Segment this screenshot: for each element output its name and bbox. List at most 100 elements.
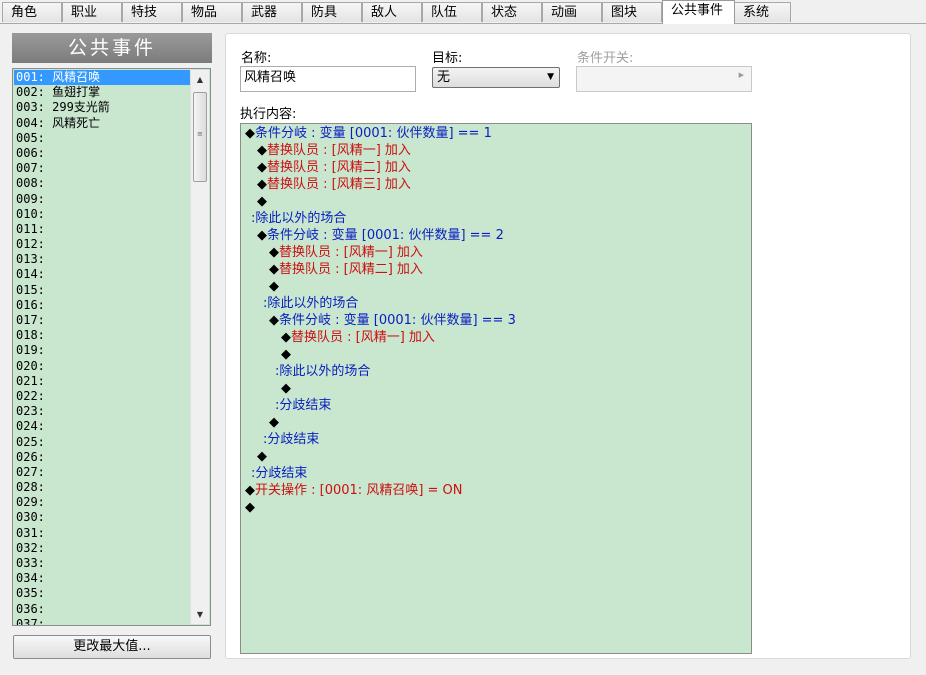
scroll-up-arrow-icon[interactable]: ▲ — [192, 71, 208, 88]
tab-5[interactable]: 防具 — [302, 2, 362, 22]
target-select[interactable]: 无 ▼ — [432, 67, 560, 88]
diamond-bullet-icon: ◆ — [269, 313, 279, 328]
list-item[interactable]: 026: — [14, 450, 190, 465]
command-row[interactable]: ◆ — [257, 448, 267, 465]
command-row[interactable]: ◆替换队员 : [风精一] 加入 — [269, 244, 423, 261]
event-command-list[interactable]: ◆条件分岐 : 变量 [0001: 伙伴数量] == 1 ◆替换队员 : [风精一… — [240, 123, 752, 654]
scroll-down-arrow-icon[interactable]: ▼ — [192, 606, 208, 623]
diamond-bullet-icon: ◆ — [245, 500, 255, 515]
command-row[interactable]: ◆条件分岐 : 变量 [0001: 伙伴数量] == 1 — [245, 125, 492, 142]
list-item[interactable]: 015: — [14, 283, 190, 298]
target-select-value: 无 — [437, 70, 451, 85]
list-item[interactable]: 007: — [14, 161, 190, 176]
list-item[interactable]: 006: — [14, 146, 190, 161]
change-max-button[interactable]: 更改最大值... — [13, 635, 211, 659]
diamond-bullet-icon: ◆ — [257, 177, 267, 192]
tab-4[interactable]: 武器 — [242, 2, 302, 22]
command-text: 替换队员 : [风精三] 加入 — [267, 177, 411, 192]
list-item[interactable]: 022: — [14, 389, 190, 404]
command-row[interactable]: ◆替换队员 : [风精二] 加入 — [269, 261, 423, 278]
list-item[interactable]: 012: — [14, 237, 190, 252]
list-item[interactable]: 013: — [14, 252, 190, 267]
command-row[interactable]: :除此以外的场合 — [251, 210, 346, 227]
command-row[interactable]: :除此以外的场合 — [275, 363, 370, 380]
list-item[interactable]: 017: — [14, 313, 190, 328]
list-item[interactable]: 003: 299支光箭 — [14, 100, 190, 115]
name-input[interactable]: 风精召唤 — [240, 66, 416, 92]
command-text: 条件分岐 : 变量 [0001: 伙伴数量] == 1 — [255, 126, 492, 141]
list-item[interactable]: 021: — [14, 374, 190, 389]
command-row[interactable]: ◆ — [281, 380, 291, 397]
tab-9[interactable]: 动画 — [542, 2, 602, 22]
command-text: 替换队员 : [风精一] 加入 — [279, 245, 423, 260]
command-row[interactable]: :除此以外的场合 — [263, 295, 358, 312]
list-item[interactable]: 011: — [14, 222, 190, 237]
command-row[interactable]: ◆替换队员 : [风精二] 加入 — [257, 159, 411, 176]
list-item[interactable]: 028: — [14, 480, 190, 495]
list-item[interactable]: 020: — [14, 359, 190, 374]
list-item[interactable]: 024: — [14, 419, 190, 434]
tab-8[interactable]: 状态 — [482, 2, 542, 22]
command-row[interactable]: ◆替换队员 : [风精一] 加入 — [257, 142, 411, 159]
command-row[interactable]: ◆替换队员 : [风精一] 加入 — [281, 329, 435, 346]
command-row[interactable]: ◆条件分岐 : 变量 [0001: 伙伴数量] == 3 — [269, 312, 516, 329]
command-row[interactable]: ◆ — [281, 346, 291, 363]
list-item[interactable]: 005: — [14, 131, 190, 146]
command-row[interactable]: :分歧结束 — [263, 431, 319, 448]
list-item[interactable]: 031: — [14, 526, 190, 541]
list-item[interactable]: 023: — [14, 404, 190, 419]
target-label: 目标: — [432, 51, 463, 66]
list-item[interactable]: 008: — [14, 176, 190, 191]
command-row[interactable]: ◆ — [257, 193, 267, 210]
list-item[interactable]: 029: — [14, 495, 190, 510]
tab-12[interactable]: 系统 — [734, 2, 791, 22]
tab-divider — [0, 23, 926, 24]
tab-2[interactable]: 特技 — [122, 2, 182, 22]
command-row[interactable]: :分歧结束 — [275, 397, 331, 414]
command-row[interactable]: ◆条件分岐 : 变量 [0001: 伙伴数量] == 2 — [257, 227, 504, 244]
list-item[interactable]: 032: — [14, 541, 190, 556]
list-item[interactable]: 004: 风精死亡 — [14, 116, 190, 131]
tab-0[interactable]: 角色 — [2, 2, 62, 22]
list-item[interactable]: 014: — [14, 267, 190, 282]
list-item[interactable]: 027: — [14, 465, 190, 480]
command-row[interactable]: ◆替换队员 : [风精三] 加入 — [257, 176, 411, 193]
command-row[interactable]: ◆ — [269, 278, 279, 295]
command-row[interactable]: ◆ — [245, 499, 255, 516]
list-item[interactable]: 037: — [14, 617, 190, 625]
list-item[interactable]: 036: — [14, 602, 190, 617]
condition-switch-field: ▶ — [576, 66, 752, 92]
list-item[interactable]: 009: — [14, 192, 190, 207]
command-text: 替换队员 : [风精二] 加入 — [279, 262, 423, 277]
diamond-bullet-icon: ◆ — [245, 126, 255, 141]
tab-3[interactable]: 物品 — [182, 2, 242, 22]
command-row[interactable]: :分歧结束 — [251, 465, 307, 482]
diamond-bullet-icon: ◆ — [245, 483, 255, 498]
command-text: 开关操作 : [0001: 风精召唤] = ON — [255, 483, 463, 498]
command-row[interactable]: ◆开关操作 : [0001: 风精召唤] = ON — [245, 482, 463, 499]
list-item[interactable]: 001: 风精召唤 — [14, 70, 190, 86]
list-item[interactable]: 035: — [14, 586, 190, 601]
list-item[interactable]: 030: — [14, 510, 190, 525]
tab-10[interactable]: 图块 — [602, 2, 662, 22]
scroll-thumb[interactable]: ≡ — [193, 92, 207, 182]
command-row[interactable]: ◆ — [269, 414, 279, 431]
list-item[interactable]: 025: — [14, 435, 190, 450]
list-item[interactable]: 002: 鱼翅打掌 — [14, 85, 190, 100]
tab-6[interactable]: 敌人 — [362, 2, 422, 22]
tab-7[interactable]: 队伍 — [422, 2, 482, 22]
command-text: 分歧结束 — [255, 466, 308, 481]
tab-1[interactable]: 职业 — [62, 2, 122, 22]
tab-bar: 角色 职业 特技 物品 武器 防具 敌人 队伍 状态 动画 图块 公共事件 系统 — [0, 0, 926, 24]
list-scrollbar[interactable]: ▲ ≡ ▼ — [190, 70, 209, 624]
name-label: 名称: — [241, 51, 272, 66]
diamond-bullet-icon: ◆ — [269, 279, 279, 294]
list-item[interactable]: 016: — [14, 298, 190, 313]
tab-11[interactable]: 公共事件 — [662, 0, 735, 24]
list-item[interactable]: 034: — [14, 571, 190, 586]
list-item[interactable]: 033: — [14, 556, 190, 571]
list-item[interactable]: 019: — [14, 343, 190, 358]
list-item[interactable]: 018: — [14, 328, 190, 343]
common-event-list[interactable]: 001: 风精召唤 002: 鱼翅打掌 003: 299支光箭 004: 风精死亡 00… — [12, 68, 211, 626]
list-item[interactable]: 010: — [14, 207, 190, 222]
